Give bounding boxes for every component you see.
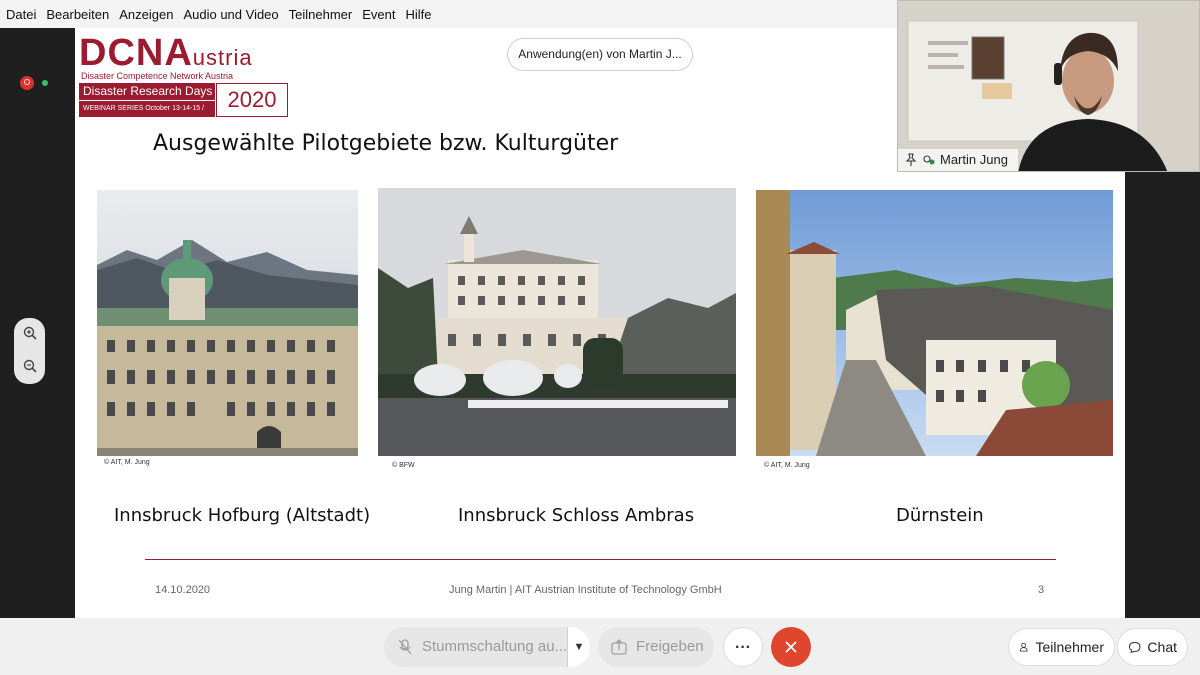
chat-button[interactable]: Chat [1117, 628, 1188, 666]
logo-webinar: WEBINAR SERIES October 13-14-15 / 20-21-… [79, 101, 215, 128]
logo-year: 2020 [216, 83, 288, 117]
video-tile[interactable]: Martin Jung [897, 0, 1200, 172]
chat-icon [1129, 642, 1141, 653]
slide-title: Ausgewählte Pilotgebiete bzw. Kulturgüte… [153, 131, 619, 156]
zoom-out-icon[interactable] [21, 359, 38, 376]
more-options-button[interactable]: ··· [723, 627, 763, 667]
participant-name: Martin Jung [940, 152, 1008, 167]
chat-label: Chat [1147, 639, 1177, 655]
dcna-logo: DCNAustria Disaster Competence Network A… [79, 34, 289, 128]
menu-datei[interactable]: Datei [6, 7, 36, 22]
photo-ambras [378, 188, 736, 456]
logo-band: Disaster Research Days [79, 83, 215, 100]
photo-hofburg [97, 190, 358, 456]
shared-application-button[interactable]: Anwendung(en) von Martin J... [507, 38, 693, 71]
participants-button[interactable]: Teilnehmer [1008, 628, 1115, 666]
left-panel: O [0, 28, 75, 618]
footer-page-number: 3 [1038, 584, 1045, 596]
photo-durnstein [756, 190, 1113, 456]
footer-date: 14.10.2020 [155, 584, 211, 596]
zoom-in-icon[interactable] [21, 326, 38, 343]
share-button[interactable]: Freigeben [598, 627, 714, 667]
participant-name-bar: Martin Jung [898, 149, 1018, 171]
mute-label: Stummschaltung au... [422, 638, 568, 655]
share-icon [611, 639, 627, 655]
recording-icon: O [20, 76, 34, 90]
zoom-control [14, 318, 45, 384]
meeting-toolbar: Stummschaltung au... ▼ Freigeben ··· Tei… [0, 618, 1200, 675]
menu-teilnehmer[interactable]: Teilnehmer [289, 7, 353, 22]
menu-audio-video[interactable]: Audio und Video [183, 7, 278, 22]
caption-hofburg: Innsbruck Hofburg (Altstadt) [114, 505, 371, 526]
microphone-off-icon [398, 639, 412, 655]
close-icon [785, 641, 797, 653]
photo-credit-ambras: © BFW [392, 462, 415, 469]
end-call-button[interactable] [771, 627, 811, 667]
participants-icon [1019, 642, 1028, 652]
caption-ambras: Innsbruck Schloss Ambras [458, 505, 695, 526]
share-label: Freigeben [636, 638, 704, 655]
participants-label: Teilnehmer [1035, 639, 1104, 655]
logo-subtitle: Disaster Competence Network Austria [81, 71, 234, 81]
menu-event[interactable]: Event [362, 7, 395, 22]
video-feed [898, 1, 1199, 171]
footer-divider [145, 559, 1056, 560]
audio-connection-icon [923, 155, 935, 165]
chevron-down-icon[interactable]: ▼ [567, 627, 590, 667]
mute-button[interactable]: Stummschaltung au... ▼ [384, 627, 590, 667]
footer-author: Jung Martin | AIT Austrian Institute of … [449, 584, 722, 596]
photo-credit-durnstein: © AIT, M. Jung [764, 462, 810, 469]
menu-anzeigen[interactable]: Anzeigen [119, 7, 173, 22]
caption-durnstein: Dürnstein [896, 505, 984, 526]
menu-hilfe[interactable]: Hilfe [406, 7, 432, 22]
menu-bearbeiten[interactable]: Bearbeiten [46, 7, 109, 22]
right-panel [1125, 172, 1200, 618]
photo-credit-hofburg: © AIT, M. Jung [104, 459, 150, 466]
connection-status-icon [42, 80, 48, 86]
pin-icon[interactable] [904, 153, 918, 167]
